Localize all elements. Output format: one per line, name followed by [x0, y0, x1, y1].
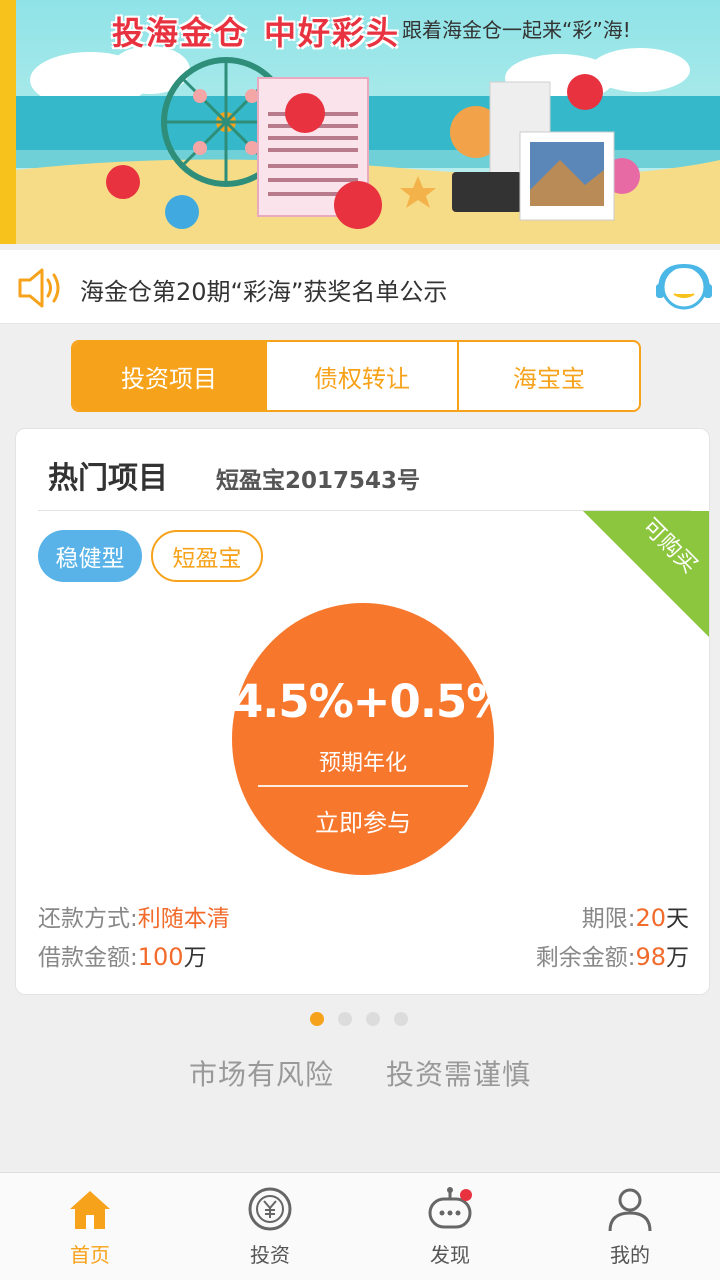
- notice-bar[interactable]: 海金仓第20期“彩海”获奖名单公示: [0, 250, 720, 324]
- banner-subline: 跟着海金仓一起来“彩”海!: [402, 18, 631, 42]
- term-value: 20: [635, 904, 666, 932]
- nav-item-mine[interactable]: 我的: [540, 1173, 720, 1280]
- discover-robot-icon: [428, 1187, 472, 1229]
- tab-invest-projects[interactable]: 投资项目: [73, 342, 267, 410]
- remain-value: 98: [635, 943, 666, 971]
- term-label: 期限:: [581, 906, 636, 932]
- term-unit: 天: [666, 906, 689, 932]
- amount-unit: 万: [183, 945, 207, 971]
- rate-label: 预期年化: [318, 751, 407, 776]
- carousel-dot[interactable]: [338, 1012, 352, 1026]
- nav-item-invest[interactable]: 投资: [180, 1173, 360, 1280]
- risk-warning-left: 市场有风险: [188, 1058, 334, 1091]
- risk-tag: 稳健型: [38, 530, 142, 582]
- join-circle-button[interactable]: 4.5%+0.5% 预期年化 立即参与: [232, 603, 511, 875]
- nav-label-mine: 我的: [610, 1243, 650, 1267]
- circle-divider: [258, 785, 468, 787]
- banner-headline-part2: 中好彩头: [264, 14, 401, 52]
- risk-warning-right: 投资需谨慎: [386, 1058, 532, 1091]
- term: 期限:20天: [582, 899, 689, 933]
- risk-warning: 市场有风险 投资需谨慎: [0, 1053, 720, 1093]
- status-ribbon: 可购买: [583, 511, 709, 637]
- customer-service-icon[interactable]: [654, 260, 714, 314]
- nav-label-discover: 发现: [430, 1243, 470, 1267]
- banner-headline: 投海金仓 中好彩头: [112, 8, 400, 54]
- amount-value: 100: [137, 943, 184, 971]
- banner-headline-part1: 投海金仓: [112, 14, 249, 52]
- product-tabs: 投资项目 债权转让 海宝宝: [71, 340, 641, 412]
- expected-rate: 4.5%+0.5%: [232, 675, 511, 728]
- yuan-coin-icon: [248, 1187, 292, 1231]
- join-label: 立即参与: [315, 809, 411, 837]
- product-name: 短盈宝2017543号: [216, 468, 421, 494]
- tab-haibaobao[interactable]: 海宝宝: [459, 342, 639, 410]
- amount-label: 借款金额:: [38, 945, 138, 971]
- repay-label: 还款方式:: [38, 906, 138, 932]
- notice-text[interactable]: 海金仓第20期“彩海”获奖名单公示: [80, 272, 447, 307]
- bottom-nav: 首页 投资 发现 我的: [0, 1172, 720, 1280]
- repay-value: 利随本清: [137, 906, 230, 932]
- remaining-amount: 剩余金额:98万: [536, 938, 689, 972]
- nav-label-invest: 投资: [250, 1243, 290, 1267]
- speaker-icon: [18, 268, 60, 308]
- carousel-dot[interactable]: [310, 1012, 324, 1026]
- carousel-indicator: [310, 1012, 408, 1026]
- product-type-tag: 短盈宝: [151, 530, 263, 582]
- tab-debt-transfer[interactable]: 债权转让: [267, 342, 459, 410]
- repay-method: 还款方式:利随本清: [38, 899, 230, 933]
- promo-banner[interactable]: 投海金仓 中好彩头 跟着海金仓一起来“彩”海!: [0, 0, 720, 244]
- carousel-dot[interactable]: [394, 1012, 408, 1026]
- remain-label: 剩余金额:: [535, 945, 636, 971]
- nav-label-home: 首页: [70, 1243, 110, 1267]
- nav-item-discover[interactable]: 发现: [360, 1173, 540, 1280]
- card-title: 热门项目: [48, 461, 168, 496]
- home-icon: [70, 1191, 110, 1229]
- carousel-dot[interactable]: [366, 1012, 380, 1026]
- nav-item-home[interactable]: 首页: [0, 1173, 180, 1280]
- user-icon: [608, 1188, 652, 1232]
- card-header: 热门项目 短盈宝2017543号: [16, 429, 709, 511]
- hot-project-card[interactable]: 热门项目 短盈宝2017543号 稳健型 短盈宝 可购买 4.5%+0.5% 预…: [15, 428, 710, 995]
- remain-unit: 万: [666, 945, 689, 971]
- loan-amount: 借款金额:100万: [38, 938, 207, 972]
